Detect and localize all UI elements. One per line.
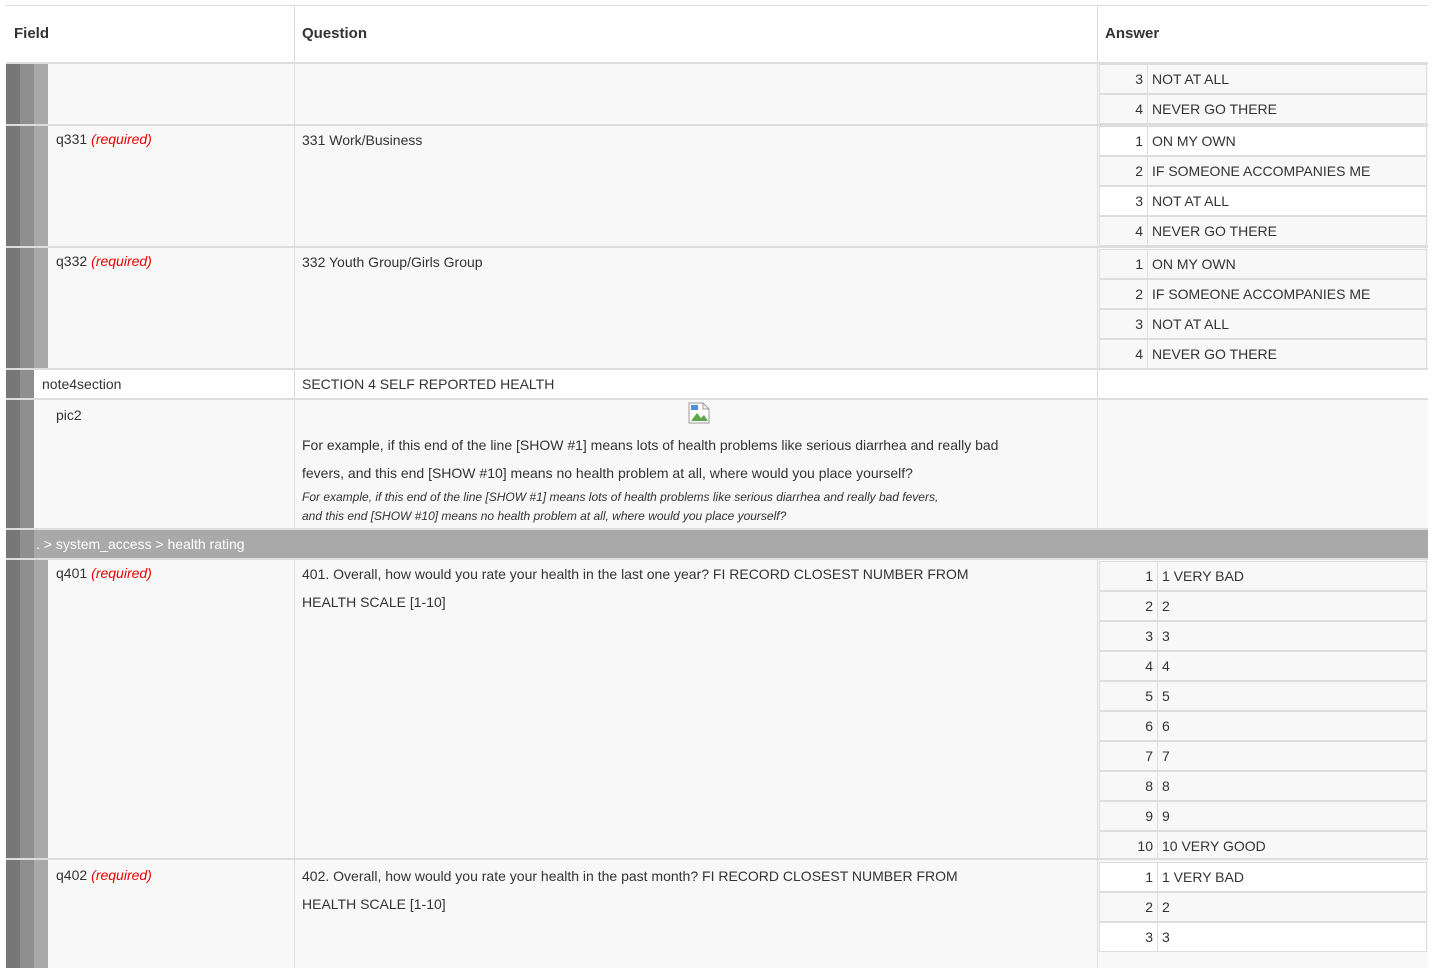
list-item: 4 NEVER GO THERE (1099, 94, 1427, 124)
question-text: 402. Overall, how would you rate your he… (302, 868, 958, 884)
field-name: q401 (required) (56, 565, 152, 581)
list-item: 3 NOT AT ALL (1099, 186, 1427, 216)
question-text: 331 Work/Business (302, 132, 423, 148)
hint-text: For example, if this end of the line [SH… (302, 490, 939, 504)
list-item: 4 NEVER GO THERE (1099, 216, 1427, 246)
question-text: 332 Youth Group/Girls Group (302, 254, 483, 270)
header-divider (1097, 6, 1098, 62)
header-question: Question (302, 25, 368, 42)
question-text: For example, if this end of the line [SH… (302, 437, 999, 453)
list-item: 3 3 (1099, 621, 1427, 651)
group-header-row: . > system_access > health rating (6, 530, 1428, 558)
question-text: HEALTH SCALE [1-10] (302, 896, 446, 912)
header-divider (294, 6, 295, 62)
list-item: 6 6 (1099, 711, 1427, 741)
question-text: HEALTH SCALE [1-10] (302, 594, 446, 610)
header-answer: Answer (1105, 25, 1160, 42)
list-item: 10 10 VERY GOOD (1099, 831, 1427, 861)
field-name: q402 (required) (56, 867, 152, 883)
list-item: 7 7 (1099, 741, 1427, 771)
list-item: 9 9 (1099, 801, 1427, 831)
list-item: 3 NOT AT ALL (1099, 309, 1427, 339)
list-item: 2 2 (1099, 892, 1427, 922)
group-path: . > system_access > health rating (36, 536, 245, 552)
list-item: 3 3 (1099, 922, 1427, 952)
question-text: SECTION 4 SELF REPORTED HEALTH (302, 376, 555, 392)
list-item: 4 4 (1099, 651, 1427, 681)
list-item: 1 ON MY OWN (1099, 249, 1427, 279)
list-item: 3 NOT AT ALL (1099, 64, 1427, 94)
hint-text: and this end [SHOW #10] means no health … (302, 509, 787, 523)
list-item: 8 8 (1099, 771, 1427, 801)
list-item: 5 5 (1099, 681, 1427, 711)
broken-image-icon (688, 402, 712, 424)
table-row (6, 370, 1428, 398)
field-name: note4section (42, 376, 122, 392)
field-name: q331 (required) (56, 131, 152, 147)
list-item: 4 NEVER GO THERE (1099, 339, 1427, 369)
list-item: 2 2 (1099, 591, 1427, 621)
field-name: q332 (required) (56, 253, 152, 269)
list-item: 2 IF SOMEONE ACCOMPANIES ME (1099, 156, 1427, 186)
list-item: 1 ON MY OWN (1099, 126, 1427, 156)
header-field: Field (14, 25, 50, 42)
question-text: 401. Overall, how would you rate your he… (302, 566, 969, 582)
field-name: pic2 (56, 407, 82, 423)
list-item: 1 1 VERY BAD (1099, 561, 1427, 591)
question-text: fevers, and this end [SHOW #10] means no… (302, 465, 913, 481)
list-item: 1 1 VERY BAD (1099, 862, 1427, 892)
list-item: 2 IF SOMEONE ACCOMPANIES ME (1099, 279, 1427, 309)
